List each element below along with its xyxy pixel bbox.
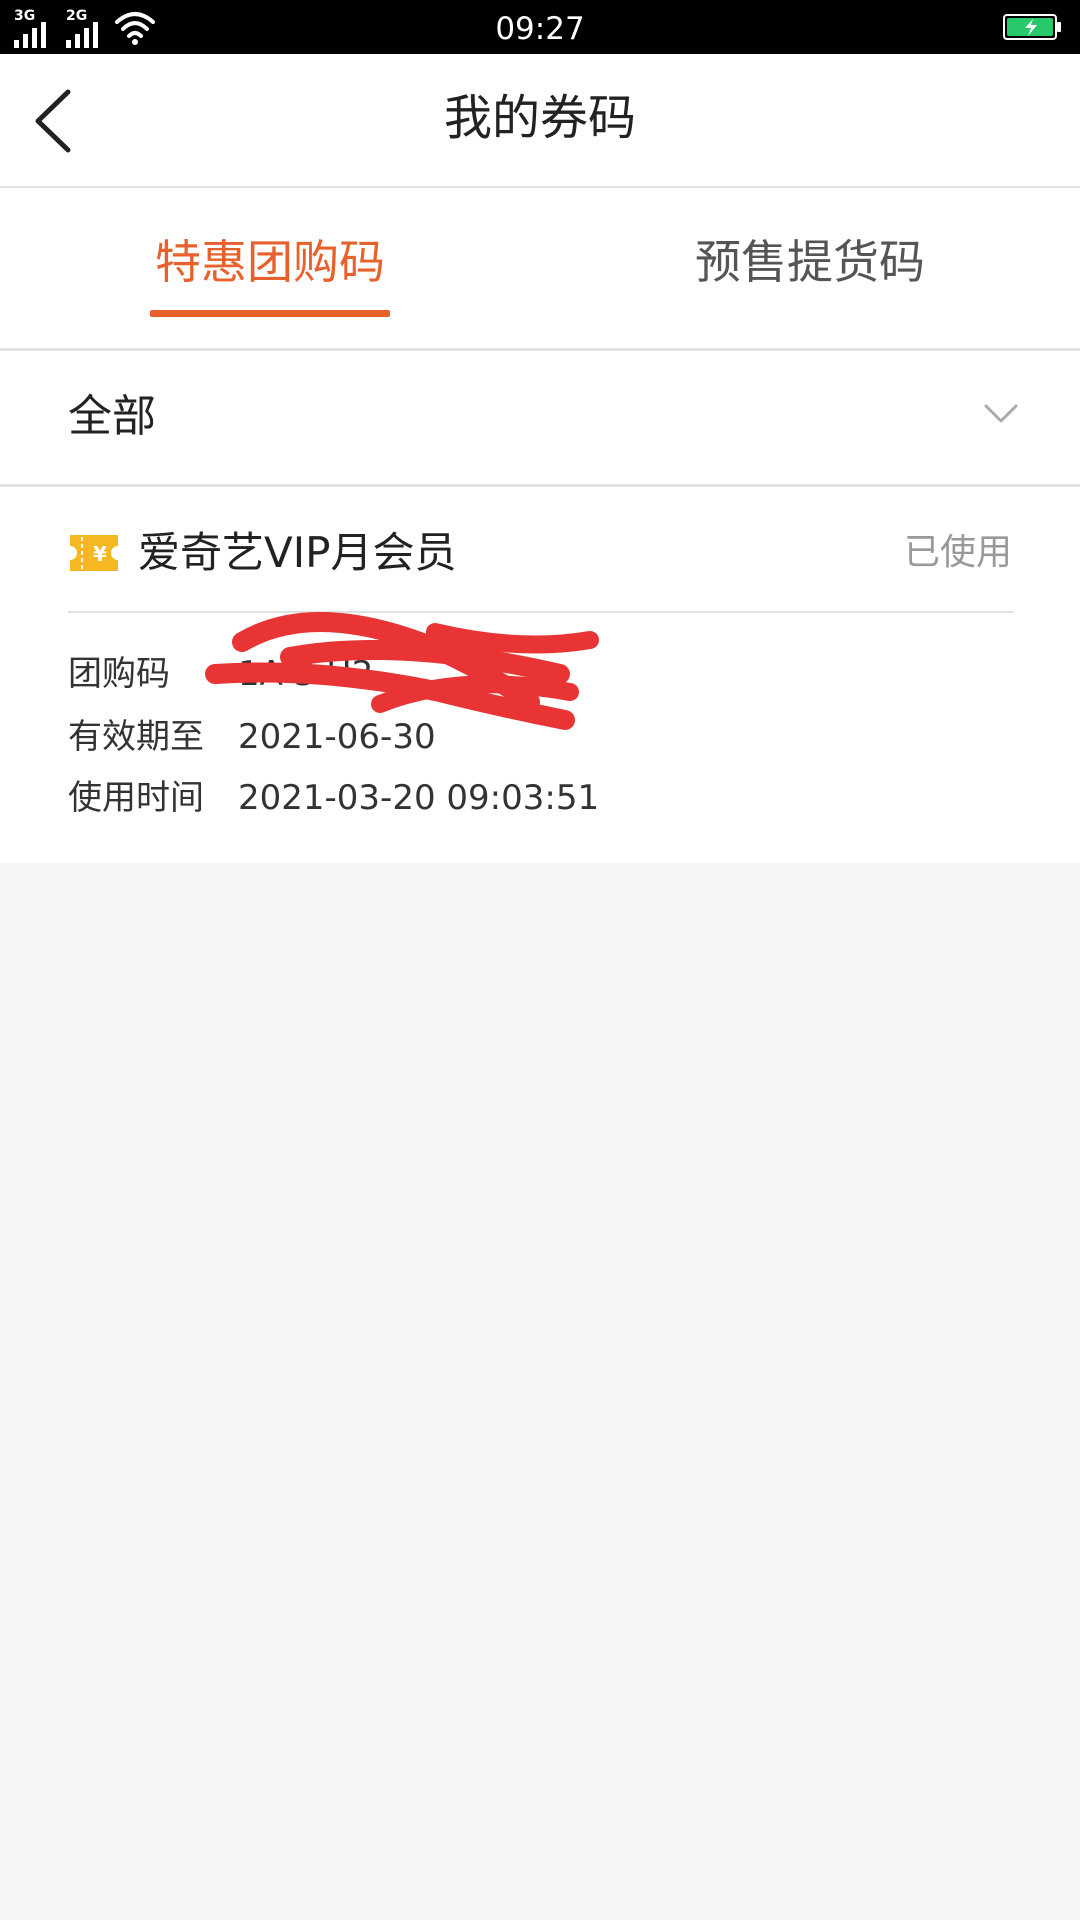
ticket-icon: ¥ [70, 535, 118, 571]
app-header: 我的券码 [0, 54, 1080, 188]
status-bar: 3G 2G 09:27 [0, 0, 1080, 54]
tab-label: 预售提货码 [695, 235, 925, 289]
chevron-down-icon [984, 404, 1018, 423]
tab-group-buy-code[interactable]: 特惠团购码 [150, 230, 390, 317]
code-row: 团购码 1A 3 H2 [68, 649, 373, 699]
used-time-row: 使用时间 2021-03-20 09:03:51 [68, 773, 599, 823]
battery-charging-icon [1003, 14, 1061, 40]
tab-bar: 特惠团购码 预售提货码 [0, 188, 1080, 351]
tab-presale-pickup-code[interactable]: 预售提货码 [690, 230, 930, 294]
filter-dropdown[interactable]: 全部 [0, 351, 1080, 487]
status-time: 09:27 [495, 11, 585, 47]
used-time-value: 2021-03-20 09:03:51 [238, 778, 600, 818]
code-label: 团购码 [68, 654, 170, 694]
active-tab-indicator [150, 310, 390, 317]
coupon-status-badge: 已使用 [903, 532, 1012, 573]
svg-text:¥: ¥ [93, 542, 107, 566]
used-time-label: 使用时间 [68, 778, 204, 818]
expiry-row: 有效期至 2021-06-30 [68, 712, 436, 762]
redaction-scribble [205, 612, 599, 730]
expiry-label: 有效期至 [68, 717, 204, 757]
coupon-name: 爱奇艺VIP月会员 [138, 528, 457, 577]
filter-selected-value: 全部 [68, 391, 156, 442]
page-title: 我的券码 [443, 90, 636, 146]
tab-label: 特惠团购码 [155, 235, 385, 289]
